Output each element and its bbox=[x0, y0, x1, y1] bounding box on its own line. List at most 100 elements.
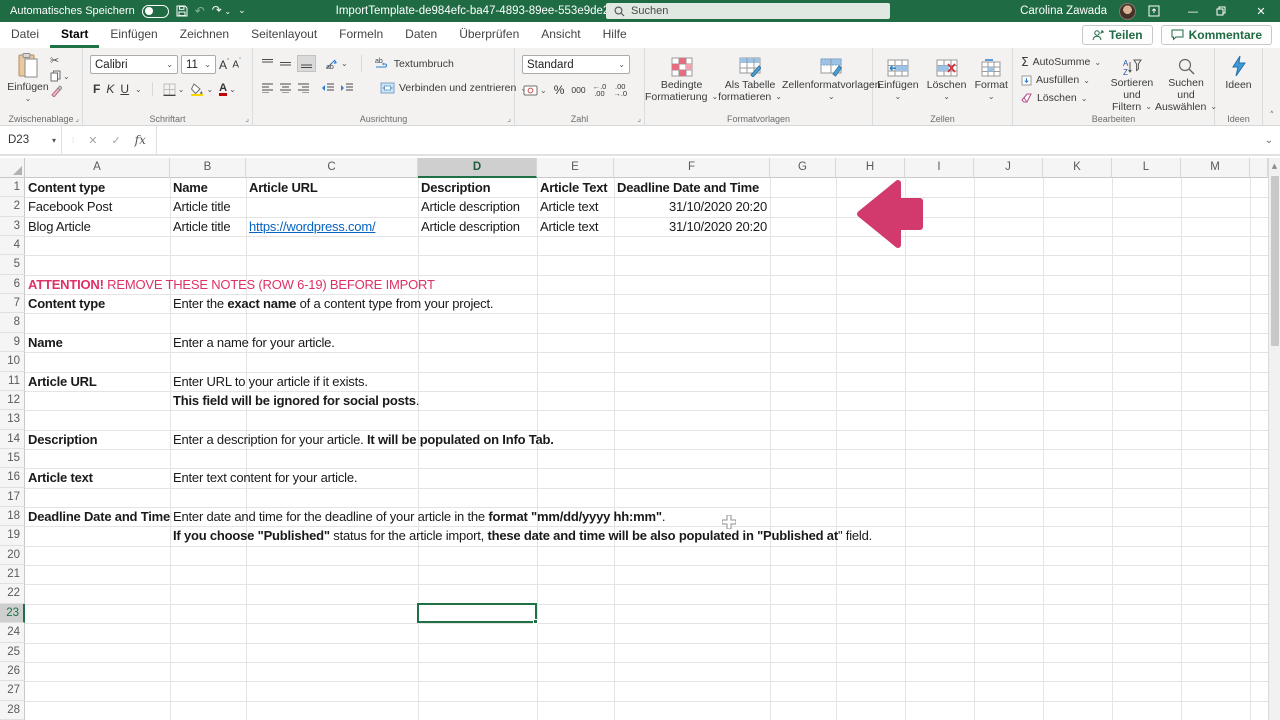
row-header-18[interactable]: 18 bbox=[0, 507, 25, 526]
cell-A18[interactable]: Deadline Date and Time bbox=[25, 507, 170, 526]
column-header-J[interactable]: J bbox=[974, 158, 1043, 178]
cell-B18[interactable]: Enter date and time for the deadline of … bbox=[170, 507, 668, 526]
insert-cells-button[interactable]: Einfügen ⌄ bbox=[877, 54, 918, 103]
increase-font-icon[interactable]: Aˆ bbox=[219, 58, 229, 72]
decrease-font-icon[interactable]: Aˇ bbox=[232, 58, 241, 70]
column-header-D[interactable]: D bbox=[418, 158, 537, 178]
redo-icon[interactable]: ↷ ⌄ bbox=[212, 4, 231, 18]
tab-ansicht[interactable]: Ansicht bbox=[530, 22, 591, 48]
tab-zeichnen[interactable]: Zeichnen bbox=[169, 22, 240, 48]
row-header-15[interactable]: 15 bbox=[0, 449, 25, 468]
row-header-3[interactable]: 3 bbox=[0, 217, 25, 236]
font-dialog-launcher-icon[interactable]: ⌟ bbox=[245, 114, 249, 123]
format-painter-icon[interactable] bbox=[50, 85, 70, 97]
scrollbar-thumb[interactable] bbox=[1271, 176, 1279, 346]
cell-D2[interactable]: Article description bbox=[418, 197, 537, 216]
tab-start[interactable]: Start bbox=[50, 22, 99, 48]
user-name[interactable]: Carolina Zawada bbox=[1020, 5, 1107, 17]
hyperlink[interactable]: https://wordpress.com/ bbox=[249, 219, 375, 234]
fill-handle[interactable] bbox=[533, 619, 538, 624]
row-header-13[interactable]: 13 bbox=[0, 410, 25, 429]
align-left-icon[interactable] bbox=[261, 83, 274, 93]
percent-style-icon[interactable]: % bbox=[554, 83, 565, 97]
expand-formula-bar-icon[interactable]: ⌄ bbox=[1258, 126, 1280, 154]
cell-A2[interactable]: Facebook Post bbox=[25, 197, 170, 216]
row-header-20[interactable]: 20 bbox=[0, 546, 25, 565]
restore-button[interactable] bbox=[1216, 6, 1238, 16]
row-header-21[interactable]: 21 bbox=[0, 565, 25, 584]
underline-button[interactable]: U bbox=[120, 82, 129, 96]
tab-datei[interactable]: Datei bbox=[0, 22, 50, 48]
cut-icon[interactable]: ✂ bbox=[50, 54, 70, 67]
cell-B7[interactable]: Enter the exact name of a content type f… bbox=[170, 294, 496, 313]
paste-button[interactable]: Einfügen ⌄ bbox=[6, 48, 50, 105]
column-header-K[interactable]: K bbox=[1043, 158, 1112, 178]
tab-formeln[interactable]: Formeln bbox=[328, 22, 394, 48]
fill-button[interactable]: Ausfüllen⌄ bbox=[1021, 71, 1106, 89]
search-box[interactable]: Suchen bbox=[606, 3, 890, 19]
column-header-F[interactable]: F bbox=[614, 158, 770, 178]
clipboard-dialog-launcher-icon[interactable]: ⌟ bbox=[75, 114, 79, 123]
decrease-indent-icon[interactable] bbox=[321, 83, 335, 93]
row-header-26[interactable]: 26 bbox=[0, 662, 25, 681]
tab-hilfe[interactable]: Hilfe bbox=[592, 22, 638, 48]
align-top-icon[interactable] bbox=[261, 58, 274, 69]
clear-button[interactable]: Löschen⌄ bbox=[1021, 89, 1106, 107]
minimize-button[interactable]: — bbox=[1182, 5, 1204, 18]
ribbon-display-options-icon[interactable] bbox=[1148, 5, 1170, 17]
collapse-ribbon-icon[interactable]: ˄ bbox=[1270, 111, 1275, 121]
increase-indent-icon[interactable] bbox=[340, 83, 354, 93]
quick-access-toolbar-menu-icon[interactable]: ⌄ bbox=[238, 5, 246, 17]
formula-input[interactable] bbox=[157, 126, 1258, 154]
vertical-scrollbar[interactable]: ▲ bbox=[1268, 158, 1280, 720]
row-header-6[interactable]: 6 bbox=[0, 275, 25, 294]
row-header-24[interactable]: 24 bbox=[0, 623, 25, 642]
row-header-9[interactable]: 9 bbox=[0, 333, 25, 352]
row-header-2[interactable]: 2 bbox=[0, 197, 25, 216]
cell-B12[interactable]: This field will be ignored for social po… bbox=[170, 391, 422, 410]
row-header-23[interactable]: 23 bbox=[0, 604, 25, 623]
insert-function-icon[interactable]: fx bbox=[135, 133, 146, 147]
cell-A3[interactable]: Blog Article bbox=[25, 217, 170, 236]
column-header-L[interactable]: L bbox=[1112, 158, 1181, 178]
row-header-19[interactable]: 19 bbox=[0, 526, 25, 545]
cell-B19[interactable]: If you choose "Published" status for the… bbox=[170, 526, 875, 545]
column-header-M[interactable]: M bbox=[1181, 158, 1250, 178]
tab-seitenlayout[interactable]: Seitenlayout bbox=[240, 22, 328, 48]
avatar[interactable] bbox=[1119, 3, 1136, 20]
row-header-22[interactable]: 22 bbox=[0, 584, 25, 603]
row-header-16[interactable]: 16 bbox=[0, 468, 25, 487]
cell-B16[interactable]: Enter text content for your article. bbox=[170, 468, 360, 487]
tab-einfuegen[interactable]: Einfügen bbox=[99, 22, 168, 48]
cell-A1[interactable]: Content type bbox=[25, 178, 170, 197]
comments-button[interactable]: Kommentare bbox=[1161, 25, 1272, 45]
close-button[interactable]: ✕ bbox=[1250, 5, 1272, 18]
cell-F2[interactable]: 31/10/2020 20:20 bbox=[614, 197, 770, 216]
cell-C1[interactable]: Article URL bbox=[246, 178, 418, 197]
orientation-icon[interactable]: ab⌄ bbox=[325, 57, 348, 70]
comma-style-icon[interactable]: 000 bbox=[571, 85, 585, 95]
row-header-17[interactable]: 17 bbox=[0, 488, 25, 507]
increase-decimal-icon[interactable]: ←.0.00 bbox=[593, 83, 607, 97]
row-header-12[interactable]: 12 bbox=[0, 391, 25, 410]
alignment-dialog-launcher-icon[interactable]: ⌟ bbox=[507, 114, 511, 123]
copy-icon[interactable]: ⌄ bbox=[50, 70, 70, 82]
row-header-8[interactable]: 8 bbox=[0, 313, 25, 332]
italic-button[interactable]: K bbox=[106, 82, 114, 96]
save-icon[interactable] bbox=[176, 5, 188, 17]
bold-button[interactable]: F bbox=[93, 82, 100, 96]
row-header-1[interactable]: 1 bbox=[0, 178, 25, 197]
conditional-formatting-button[interactable]: Bedingte Formatierung⌄ bbox=[645, 52, 718, 103]
cell-D3[interactable]: Article description bbox=[418, 217, 537, 236]
cell-C3[interactable]: https://wordpress.com/ bbox=[246, 217, 418, 236]
wrap-text-button[interactable]: ab Textumbruch bbox=[375, 57, 454, 70]
cell-A14[interactable]: Description bbox=[25, 430, 170, 449]
number-dialog-launcher-icon[interactable]: ⌟ bbox=[637, 114, 641, 123]
row-header-14[interactable]: 14 bbox=[0, 430, 25, 449]
sort-filter-button[interactable]: AZ Sortieren und Filtern⌄ bbox=[1106, 53, 1158, 113]
enter-icon[interactable]: ✓ bbox=[111, 134, 120, 147]
cell-A7[interactable]: Content type bbox=[25, 294, 170, 313]
select-all-corner[interactable] bbox=[0, 158, 25, 178]
autosave-toggle[interactable] bbox=[142, 5, 169, 18]
cell-E3[interactable]: Article text bbox=[537, 217, 614, 236]
